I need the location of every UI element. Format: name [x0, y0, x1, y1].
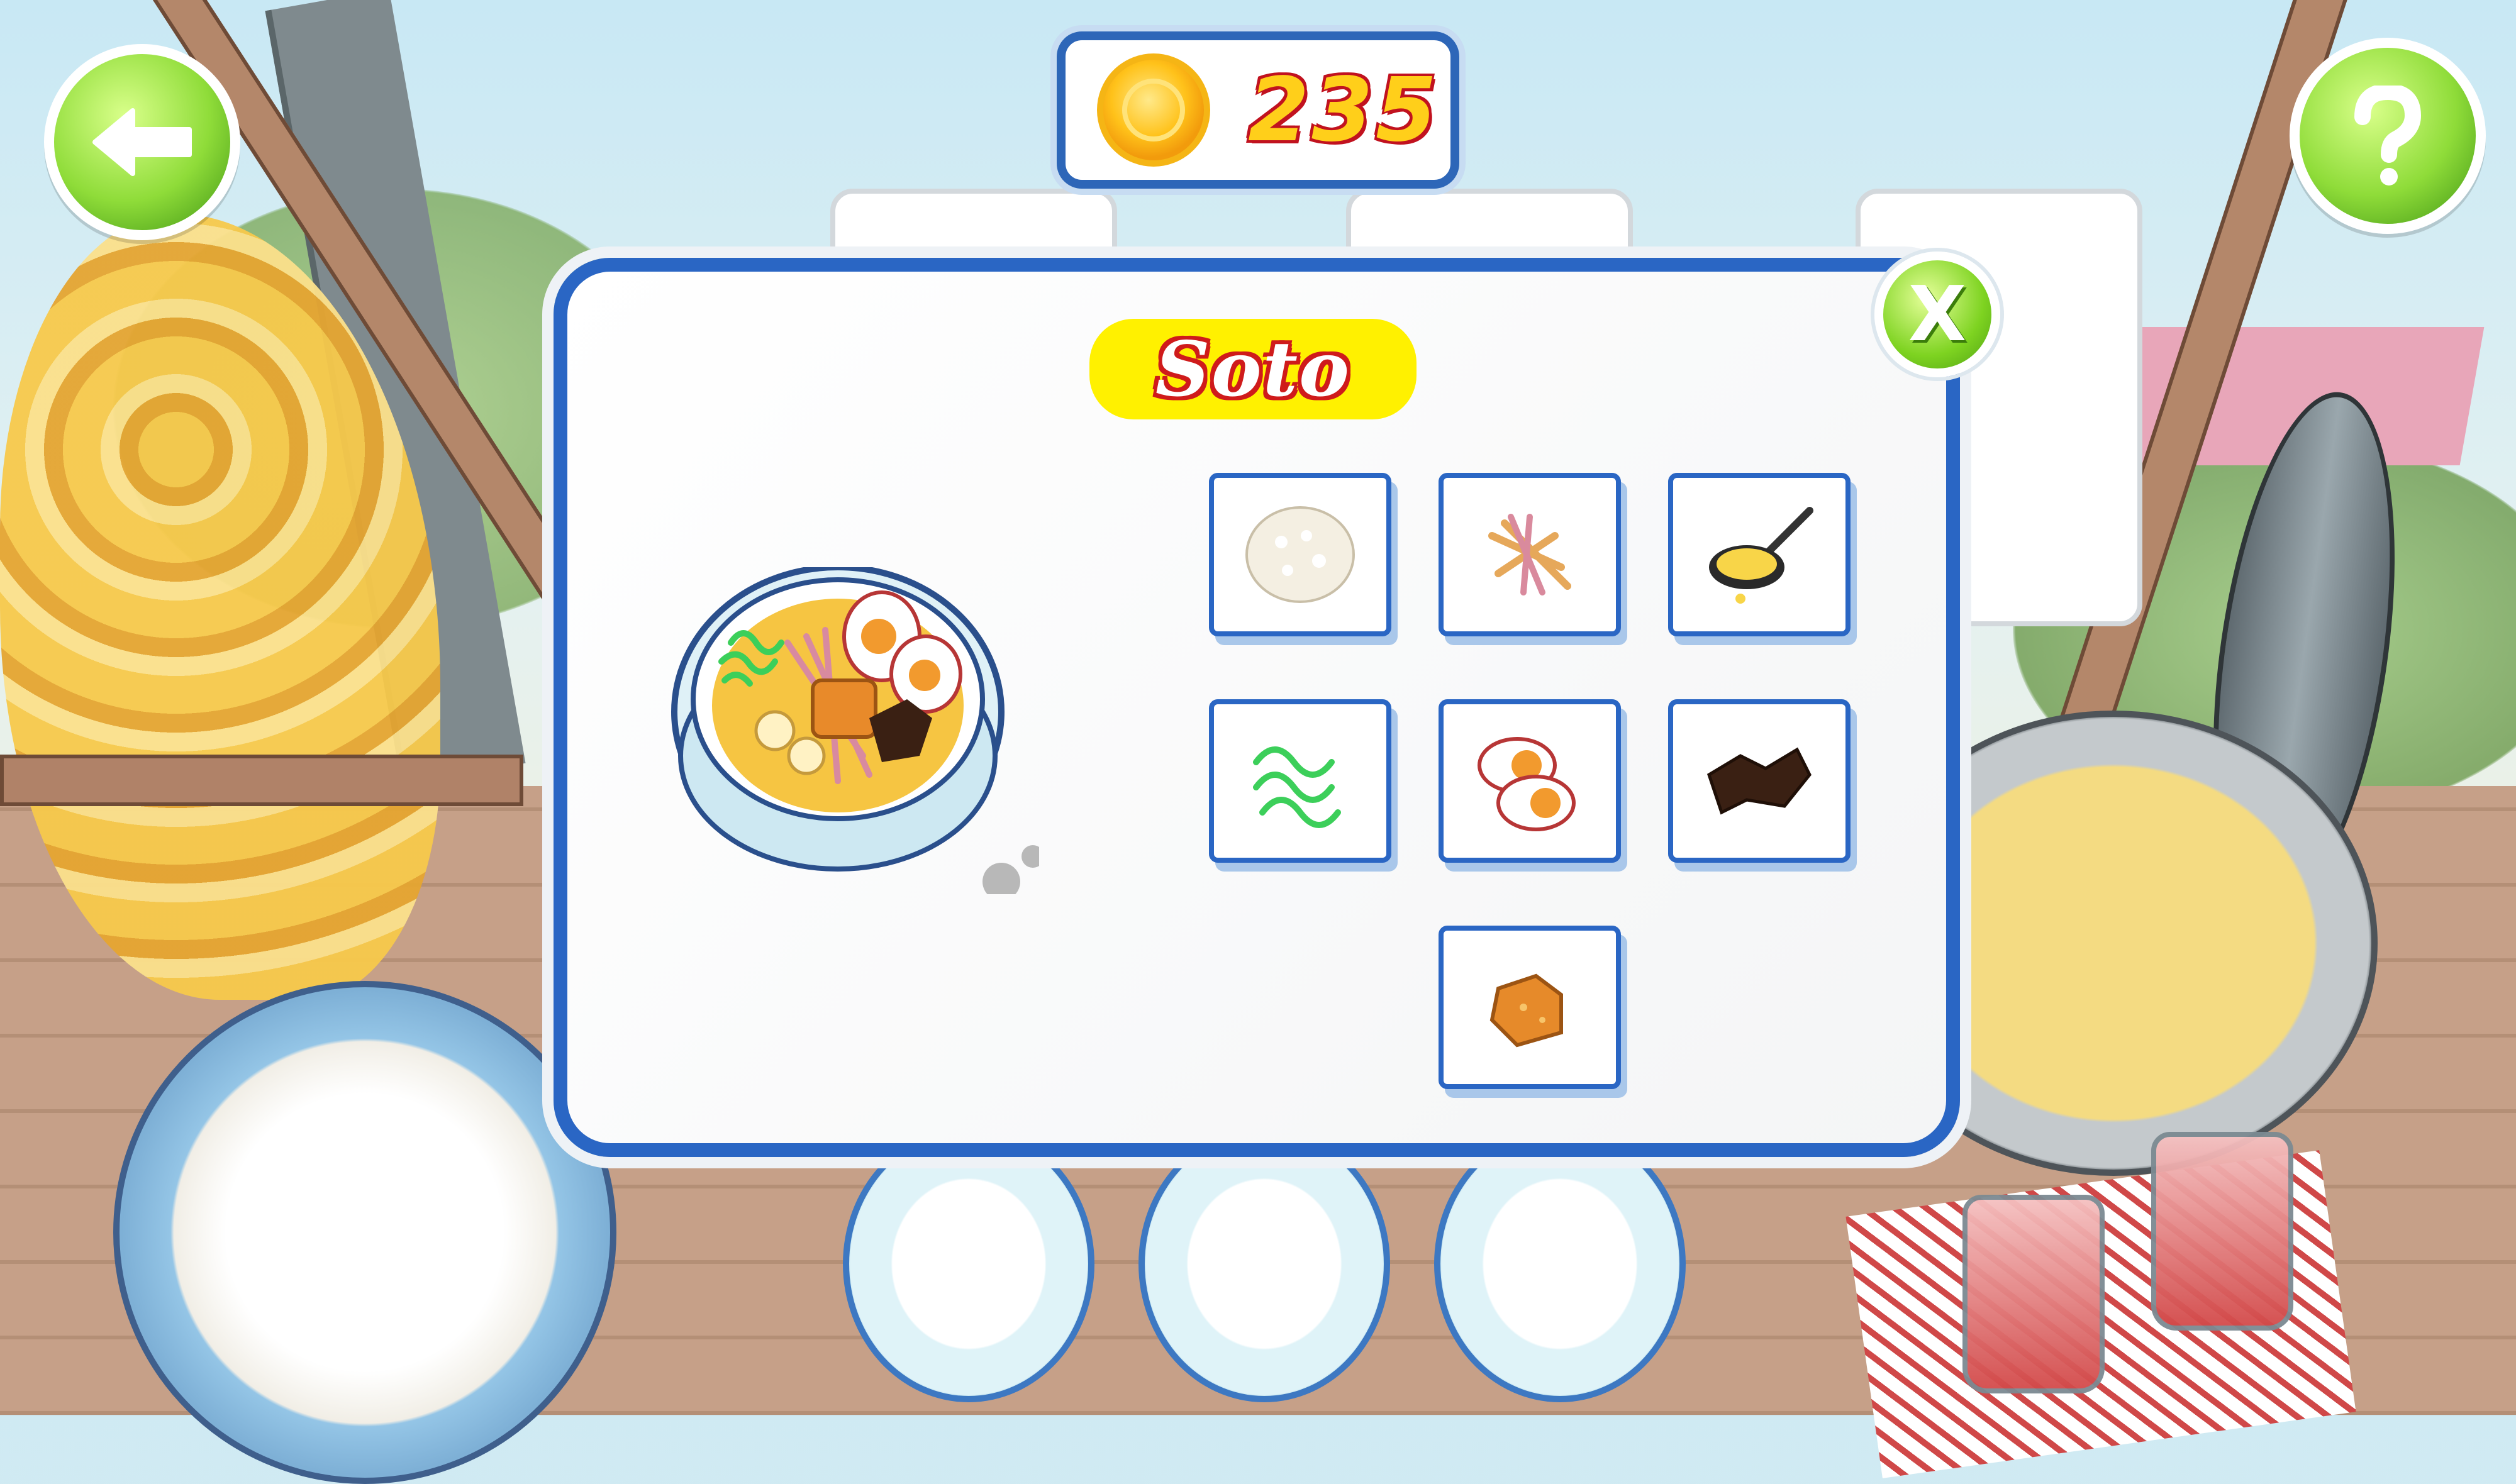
bean-sprouts-icon — [1253, 746, 1341, 828]
ingredient-slot-boiled-egg[interactable] — [1439, 699, 1621, 863]
coin-counter: 235 — [1057, 31, 1459, 189]
shredded-chicken-icon — [1488, 514, 1571, 595]
question-mark-icon — [2354, 86, 2422, 186]
close-button[interactable]: X — [1874, 252, 2000, 377]
iced-tea-glass[interactable] — [2151, 1132, 2293, 1331]
rice-pot[interactable] — [113, 981, 616, 1484]
serving-plate[interactable] — [1138, 1126, 1390, 1402]
serving-plate[interactable] — [843, 1126, 1094, 1402]
help-button[interactable] — [2290, 38, 2486, 234]
fried-potato-icon — [1706, 747, 1812, 815]
serving-plate[interactable] — [1434, 1126, 1686, 1402]
ingredient-slot-broth[interactable] — [1668, 473, 1851, 636]
broth-ladle-icon — [1709, 507, 1813, 604]
recipe-dialog: Soto — [554, 258, 1960, 1157]
iced-tea-glass[interactable] — [1962, 1195, 2105, 1393]
ingredient-slot-bean-sprouts[interactable] — [1209, 699, 1391, 863]
recipe-title-badge: Soto — [1089, 319, 1417, 419]
back-button[interactable] — [44, 44, 240, 240]
ingredient-slot-fried-tofu[interactable] — [1439, 926, 1621, 1089]
ingredient-slot-fried-potato[interactable] — [1668, 699, 1851, 863]
rice-icon — [1245, 506, 1355, 603]
chicken-shelf — [0, 755, 523, 806]
soto-bowl-illustration — [671, 567, 1039, 894]
ingredient-slot-shredded-chicken[interactable] — [1439, 473, 1621, 636]
boiled-egg-icon — [1478, 737, 1576, 831]
recipe-title: Soto — [1155, 324, 1351, 414]
ingredient-slot-rice[interactable] — [1209, 473, 1391, 636]
arrow-left-icon — [92, 108, 192, 176]
gold-coin-icon — [1097, 53, 1210, 167]
close-icon: X — [1908, 270, 1967, 358]
coin-count: 235 — [1248, 58, 1440, 162]
fried-tofu-icon — [1489, 973, 1563, 1048]
